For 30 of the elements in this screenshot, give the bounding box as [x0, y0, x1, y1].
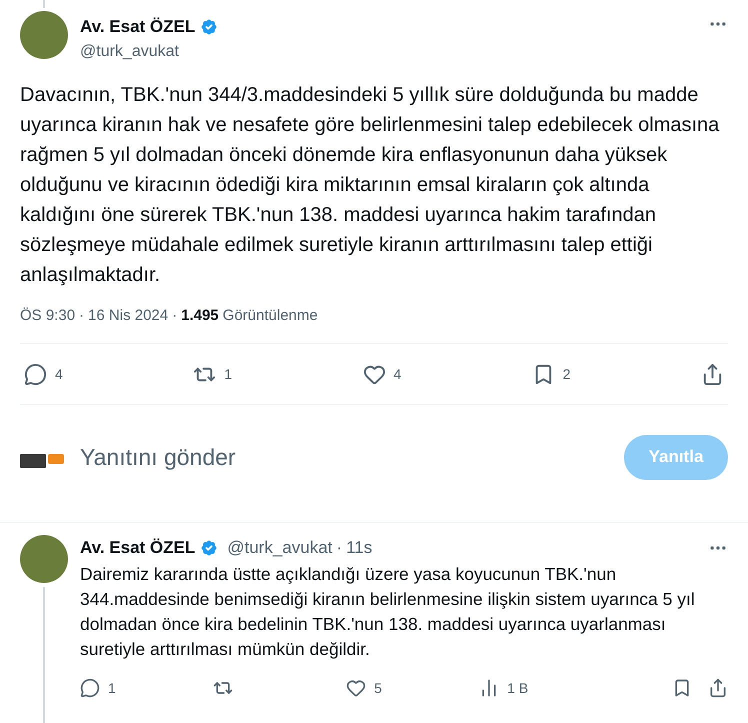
share-icon: [701, 362, 724, 386]
bookmark-button[interactable]: 2: [532, 362, 571, 386]
avatar-photo[interactable]: [20, 11, 68, 59]
separator-dot: ·: [172, 306, 178, 326]
reply-button[interactable]: 4: [24, 362, 63, 386]
share-icon: [708, 678, 728, 698]
reply-icon: [80, 678, 100, 698]
like-button[interactable]: 4: [362, 362, 402, 386]
tweet-time[interactable]: ÖS 9:30: [20, 304, 76, 327]
like-button[interactable]: 5: [346, 678, 382, 698]
tweet-age[interactable]: 11s: [346, 535, 372, 560]
tweet-text: Dairemiz kararında üstte açıklandığı üzere yasa koyucunun TBK.'nun 344.maddesinde benimsediği kiranın belirlenmesine ilişkin sistem uyarınca 5 yıl dolmadan önce kira bedelinin TBK.'nun 138. maddesi uyarınca uyarlanması suretiyle arttırılması mümkün değildir.: [80, 562, 696, 661]
author-name[interactable]: Av. Esat ÖZEL: [80, 535, 196, 560]
reply-button[interactable]: 1: [80, 678, 116, 698]
tweet-date[interactable]: 16 Nis 2024: [88, 304, 168, 327]
views-button[interactable]: 1 B: [479, 678, 528, 698]
reply-icon: [24, 362, 47, 386]
tweet-text: Davacının, TBK.'nun 344/3.maddesindeki 5 yıllık süre dolduğunda bu madde uyarınca kiranın hak ve nesafete göre belirlenmesini talep edebilecek olmasına rağmen 5 yıl dolmadan önceki dönemde kira enflasyonunun daha yüksek olduğunu ve kiracının ödediği kira miktarının emsal kiraların çok altında kaldığını öne sürerek TBK.'nun 138. maddesi uyarınca hakim tarafından sözleşmeye müdahale edilmek suretiyle kiranın arttırılmasını talep ettiği anlaşılmaktadır.: [20, 82, 720, 288]
heart-icon: [346, 678, 366, 698]
view-count: 1.495: [181, 306, 219, 326]
separator-dot: ·: [336, 537, 342, 559]
author-handle[interactable]: @turk_avukat: [80, 42, 179, 60]
retweet-button[interactable]: 1: [193, 362, 232, 386]
share-button[interactable]: [701, 362, 724, 386]
author-name[interactable]: Av. Esat ÖZEL: [80, 14, 196, 40]
share-button[interactable]: [708, 678, 728, 698]
separator-dot: ·: [79, 306, 84, 326]
author-handle[interactable]: @turk_avukat: [227, 535, 332, 560]
views-label: Görüntülenme: [222, 306, 318, 326]
avatar-photo[interactable]: [20, 535, 68, 583]
